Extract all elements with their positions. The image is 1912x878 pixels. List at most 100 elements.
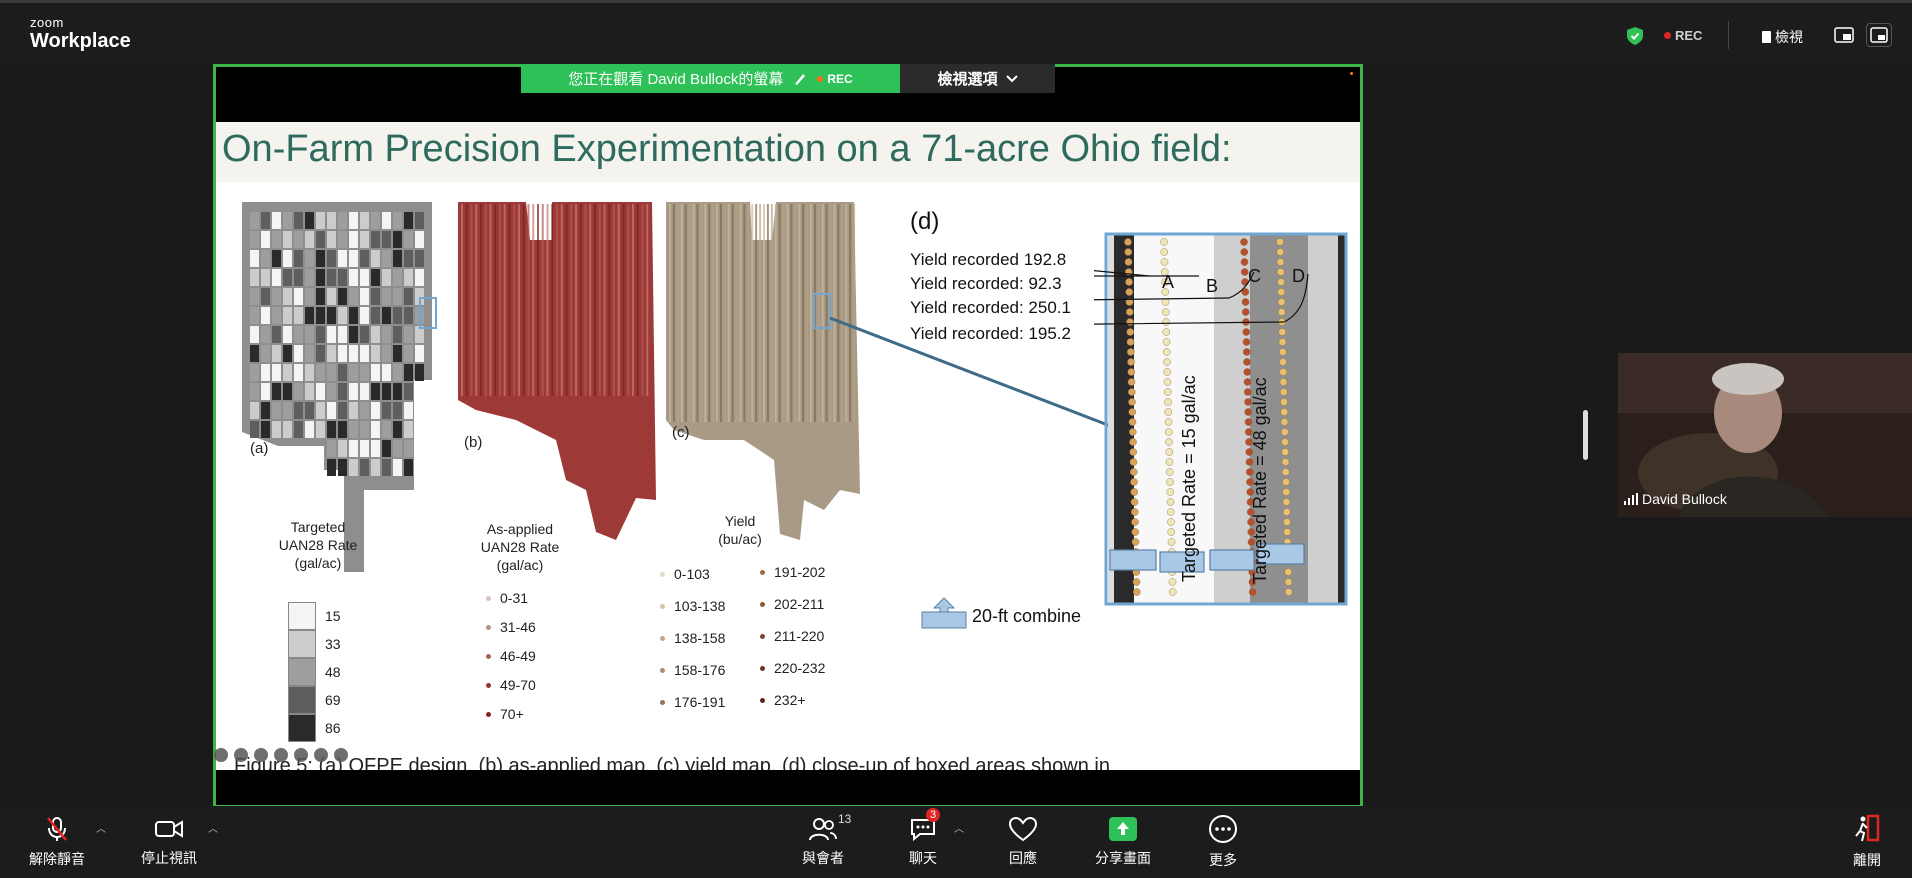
legend-item-label: 46-49 xyxy=(500,648,536,664)
reactions-button[interactable]: 回應 xyxy=(988,806,1058,878)
design-plot-cell xyxy=(393,269,402,286)
design-plot-cell xyxy=(327,421,336,438)
design-plot-cell xyxy=(393,440,402,457)
viewing-notice: 您正在觀看 David Bullock的螢幕 REC xyxy=(521,64,900,93)
unmute-button[interactable]: 解除靜音 xyxy=(22,806,92,878)
legend-a-title-line: Targeted xyxy=(290,519,346,535)
audio-options-caret-icon[interactable]: ︿ xyxy=(96,820,106,835)
design-plot-cell xyxy=(283,212,292,229)
recording-indicator[interactable]: REC xyxy=(1664,28,1702,43)
more-button[interactable]: 更多 xyxy=(1188,806,1258,878)
picture-in-picture-icon[interactable] xyxy=(1834,27,1854,43)
share-rec: REC xyxy=(817,72,853,86)
design-plot-cell xyxy=(305,212,314,229)
design-plot-cell xyxy=(415,364,424,381)
design-plot-cell xyxy=(349,307,358,324)
design-plot-cell xyxy=(393,288,402,305)
design-plot-cell xyxy=(371,231,380,248)
legend-item: 46-49 xyxy=(486,648,536,664)
design-plot-cell xyxy=(360,364,369,381)
legend-swatch xyxy=(288,630,316,658)
yield-point xyxy=(1132,588,1141,596)
camera-icon[interactable] xyxy=(294,748,308,762)
yield-point xyxy=(1279,368,1288,376)
captions-icon[interactable] xyxy=(274,748,288,762)
chat-button[interactable]: 聊天 3 xyxy=(888,806,958,878)
yield-point xyxy=(1162,348,1171,356)
design-plot-cell xyxy=(360,459,369,476)
design-plot-cell xyxy=(305,421,314,438)
video-options-caret-icon[interactable]: ︿ xyxy=(208,820,218,835)
yield-point xyxy=(1162,338,1171,346)
yield-point xyxy=(1124,248,1133,256)
combine-label: 20-ft combine xyxy=(972,606,1082,626)
legend-dot xyxy=(486,653,491,659)
design-plot-cell xyxy=(338,383,347,400)
design-plot-cell xyxy=(316,307,325,324)
legend-item: 70+ xyxy=(486,706,524,722)
signal-strength-icon xyxy=(1624,493,1638,505)
participant-video-tile[interactable]: David Bullock xyxy=(1618,353,1912,517)
design-plot-cell xyxy=(404,307,413,324)
design-plot-cell xyxy=(415,269,424,286)
view-label: 檢視 xyxy=(1775,29,1803,45)
more-options-icon[interactable] xyxy=(314,748,328,762)
design-plot-cell xyxy=(349,288,358,305)
design-plot-cell xyxy=(393,459,402,476)
zoom-icon[interactable] xyxy=(254,748,268,762)
design-plot-cell xyxy=(250,326,259,343)
yield-point xyxy=(1283,528,1292,536)
stop-video-button[interactable]: 停止視訊 xyxy=(134,806,204,878)
yield-label-c: Yield recorded: 250.1 xyxy=(910,298,1071,317)
prev-slide-icon[interactable] xyxy=(214,748,228,762)
design-plot-cell xyxy=(250,383,259,400)
legend-a-item: 69 xyxy=(288,686,341,714)
design-plot-cell xyxy=(294,383,303,400)
yield-point xyxy=(1277,298,1286,306)
design-plot-cell xyxy=(338,459,347,476)
yield-point xyxy=(1241,308,1250,316)
design-plot-cell xyxy=(305,364,314,381)
yield-point xyxy=(1279,388,1288,396)
legend-dot xyxy=(486,682,491,688)
yield-point xyxy=(1276,248,1285,256)
leave-button[interactable]: 離開 xyxy=(1836,806,1898,878)
design-plot-cell xyxy=(371,440,380,457)
yield-point xyxy=(1281,438,1289,446)
legend-c-title-line: Yield xyxy=(724,513,756,529)
chat-options-caret-icon[interactable]: ︿ xyxy=(954,820,964,835)
design-plot-cell xyxy=(371,307,380,324)
view-button[interactable]: 檢視 xyxy=(1762,27,1803,47)
view-options-button[interactable]: 檢視選項 xyxy=(900,64,1055,93)
design-plot-cell xyxy=(349,250,358,267)
participants-button[interactable]: 與會者 13 xyxy=(788,806,858,878)
yield-point xyxy=(1283,518,1291,526)
design-plot-cell xyxy=(349,326,358,343)
legend-dot xyxy=(760,601,765,607)
annotate-icon[interactable] xyxy=(793,72,807,86)
pen-icon[interactable] xyxy=(234,748,248,762)
design-plot-cell xyxy=(327,212,336,229)
design-plot-cell xyxy=(250,288,259,305)
legend-item-label: 211-220 xyxy=(774,628,825,644)
security-shield-icon[interactable] xyxy=(1627,27,1643,45)
design-plot-cell xyxy=(404,383,413,400)
design-plot-cell xyxy=(371,345,380,362)
design-plot-cell xyxy=(404,231,413,248)
yield-point xyxy=(1128,418,1137,426)
yield-point xyxy=(1278,328,1287,336)
yield-point xyxy=(1168,578,1177,586)
design-plot-cell xyxy=(316,364,325,381)
yield-point xyxy=(1127,358,1135,366)
panel-resize-handle[interactable] xyxy=(1583,410,1588,460)
next-slide-icon[interactable] xyxy=(334,748,348,762)
yield-point xyxy=(1127,388,1136,396)
chevron-down-icon xyxy=(1005,74,1018,82)
fullscreen-button[interactable] xyxy=(1866,23,1892,47)
legend-item: 202-211 xyxy=(760,596,824,612)
design-plot-cell xyxy=(250,364,259,381)
design-plot-cell xyxy=(360,421,369,438)
share-screen-button[interactable]: 分享畫面 xyxy=(1088,806,1158,878)
design-plot-cell xyxy=(283,345,292,362)
legend-item: 158-176 xyxy=(660,662,725,678)
